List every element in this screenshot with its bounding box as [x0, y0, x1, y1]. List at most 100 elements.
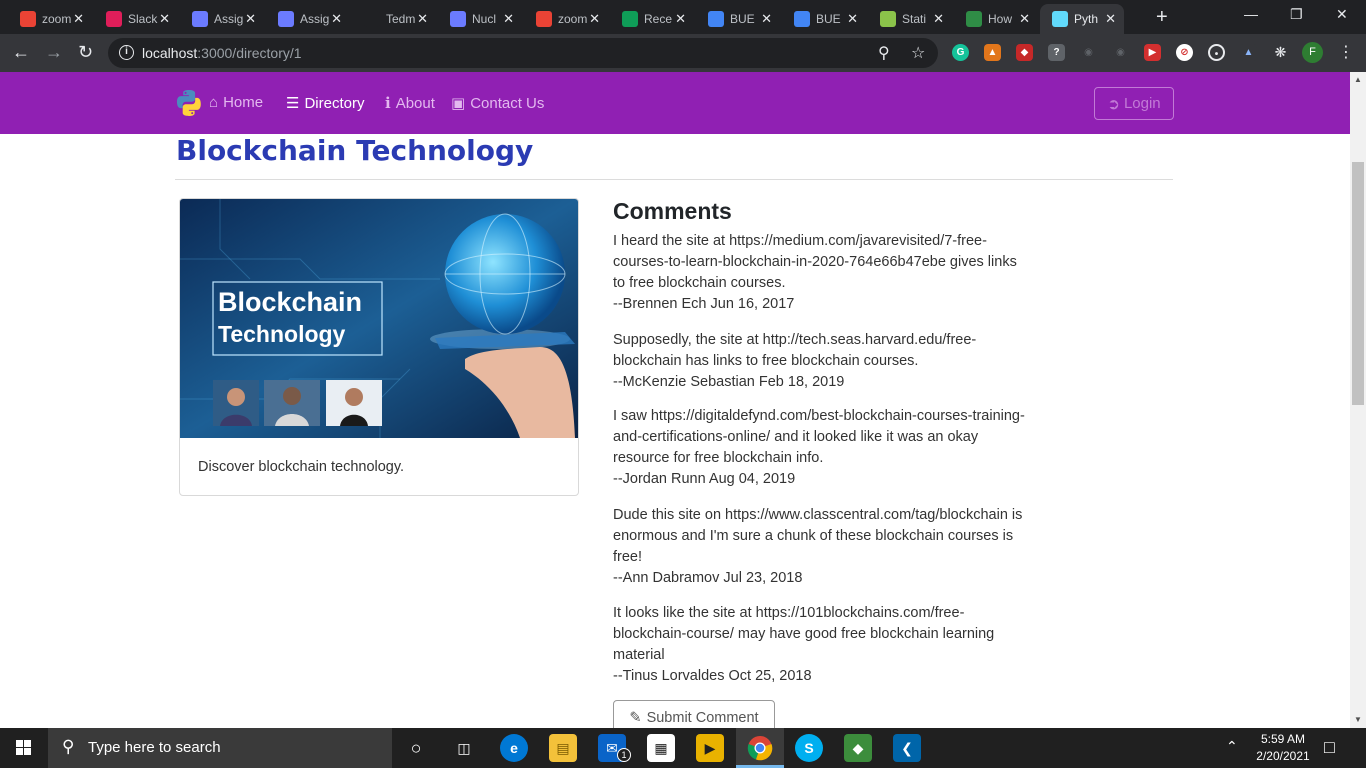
tab-title: Assign [214, 12, 244, 26]
submit-comment-button[interactable]: ✎ Submit Comment [613, 700, 775, 728]
close-tab-icon[interactable]: ✕ [933, 11, 944, 27]
minimize-button[interactable]: — [1244, 6, 1258, 22]
browser-tab[interactable]: Nucl ✕ [438, 4, 522, 34]
bookmark-star-icon[interactable]: ☆ [911, 43, 925, 63]
address-bar[interactable]: i localhost:3000/directory/1 ⚲ ☆ [108, 38, 938, 68]
tab-title: Slack [128, 12, 158, 26]
comment-item: Supposedly, the site at http://tech.seas… [613, 330, 1025, 393]
page-scrollbar[interactable]: ▲ ▼ [1350, 72, 1366, 728]
close-tab-icon[interactable]: ✕ [589, 11, 600, 27]
edge-icon[interactable]: e [500, 734, 528, 762]
extensions-puzzle-icon[interactable]: ❋ [1272, 44, 1289, 61]
tab-title: Assign [300, 12, 330, 26]
home-icon: ⌂ [209, 94, 219, 111]
extension-icon[interactable]: ⊘ [1176, 44, 1193, 61]
nav-contact-link[interactable]: ▣ Contact Us [451, 94, 544, 113]
browser-tab[interactable]: Rece ✕ [610, 4, 694, 34]
clock-time[interactable]: 5:59 AM [1259, 732, 1307, 746]
close-tab-icon[interactable]: ✕ [159, 11, 170, 27]
browser-tab[interactable]: Stati ✕ [868, 4, 952, 34]
browser-tab[interactable]: Assign✕ [266, 4, 350, 34]
comment-byline: --Ann Dabramov Jul 23, 2018 [613, 570, 803, 586]
video-extension-icon[interactable]: ▶ [1144, 44, 1161, 61]
url-path: :3000/directory/1 [197, 45, 302, 61]
nav-home-label: Home [223, 94, 264, 111]
file-explorer-icon[interactable]: ▤ [549, 734, 577, 762]
sign-in-icon: ➲ [1107, 95, 1120, 113]
reload-icon[interactable]: ↻ [78, 42, 93, 63]
close-tab-icon[interactable]: ✕ [1019, 11, 1030, 27]
extension-icon[interactable]: • [1208, 44, 1225, 61]
close-tab-icon[interactable]: ✕ [503, 11, 514, 27]
browser-tab[interactable]: BUE ✕ [696, 4, 780, 34]
browser-tab[interactable]: How ✕ [954, 4, 1038, 34]
new-tab-button[interactable]: + [1156, 6, 1168, 29]
scroll-down-arrow-icon[interactable]: ▼ [1354, 715, 1362, 724]
unknown-extension-icon[interactable]: ? [1048, 44, 1065, 61]
vscode-icon[interactable]: ❮ [893, 734, 921, 762]
chrome-icon[interactable] [746, 734, 774, 762]
forward-icon[interactable]: → [45, 42, 63, 63]
google-drive-icon [622, 11, 638, 27]
close-tab-icon[interactable]: ✕ [675, 11, 686, 27]
login-button[interactable]: ➲ Login [1094, 87, 1174, 120]
info-icon: i [385, 94, 391, 112]
browser-tab[interactable]: zoom ✕ [8, 4, 92, 34]
presenter-photos [213, 380, 382, 426]
grammarly-extension-icon[interactable]: G [952, 44, 969, 61]
profile-avatar[interactable]: F [1302, 42, 1323, 63]
metamask-extension-icon[interactable]: ▲ [984, 44, 1001, 61]
browser-tab[interactable]: Assign✕ [180, 4, 264, 34]
nav-directory-link[interactable]: ☰ Directory [286, 94, 364, 113]
nav-about-link[interactable]: i About [385, 94, 435, 112]
browser-tab[interactable]: BUE ✕ [782, 4, 866, 34]
comment-text: It looks like the site at https://101blo… [613, 605, 995, 663]
browser-tab[interactable]: Pyth ✕ [1040, 4, 1124, 34]
react-icon [1052, 11, 1068, 27]
close-tab-icon[interactable]: ✕ [417, 11, 428, 27]
task-view-icon[interactable]: ◫ [450, 734, 478, 762]
clock-date[interactable]: 2/20/2021 [1252, 749, 1314, 763]
media-app-icon[interactable]: ▶ [696, 734, 724, 762]
close-window-button[interactable]: ✕ [1336, 6, 1348, 23]
skype-icon[interactable]: S [795, 734, 823, 762]
browser-tab[interactable]: Slack ✕ [94, 4, 178, 34]
comment-item: I heard the site at https://medium.com/j… [613, 231, 1025, 315]
cortana-icon[interactable]: ○ [402, 734, 430, 762]
browser-tab-strip: zoom✕Slack✕Assign✕Assign✕Tedm✕Nucl✕zoom✕… [0, 0, 1366, 34]
close-tab-icon[interactable]: ✕ [847, 11, 858, 27]
tab-title: Pyth [1074, 12, 1099, 26]
notification-icon[interactable]: □ [1324, 737, 1335, 758]
taskbar-search-box[interactable]: ⚲ Type here to search [48, 728, 392, 768]
comment-text: Dude this site on https://www.classcentr… [613, 507, 1023, 565]
close-tab-icon[interactable]: ✕ [1105, 11, 1116, 27]
close-tab-icon[interactable]: ✕ [761, 11, 772, 27]
close-tab-icon[interactable]: ✕ [331, 11, 342, 27]
zoom-search-icon[interactable]: ⚲ [878, 43, 890, 63]
git-icon[interactable]: ◆ [844, 734, 872, 762]
browser-menu-icon[interactable]: ⋮ [1338, 42, 1354, 62]
tray-overflow-icon[interactable]: ⌃ [1226, 738, 1238, 755]
back-icon[interactable]: ← [12, 42, 30, 63]
extension-icon[interactable]: ◉ [1080, 44, 1097, 61]
store-icon[interactable]: ▦ [647, 734, 675, 762]
browser-tab[interactable]: zoom ✕ [524, 4, 608, 34]
extension-icon[interactable]: ◉ [1112, 44, 1129, 61]
google-docs-icon [708, 11, 724, 27]
comment-byline: --Brennen Ech Jun 16, 2017 [613, 296, 795, 312]
scroll-up-arrow-icon[interactable]: ▲ [1354, 75, 1362, 84]
url-text[interactable]: localhost:3000/directory/1 [142, 45, 302, 61]
restore-button[interactable]: ❐ [1290, 6, 1303, 23]
extension-icon[interactable]: ▲ [1240, 44, 1257, 61]
scrollbar-thumb[interactable] [1352, 162, 1364, 405]
close-tab-icon[interactable]: ✕ [73, 11, 84, 27]
directory-card: Blockchain Technology Discover blockchai… [179, 198, 579, 496]
gmail-icon [20, 11, 36, 27]
windows-start-icon[interactable] [0, 728, 48, 768]
extension-icon[interactable]: ◆ [1016, 44, 1033, 61]
close-tab-icon[interactable]: ✕ [245, 11, 256, 27]
site-info-icon[interactable]: i [119, 45, 134, 60]
browser-tab[interactable]: Tedm ✕ [352, 4, 436, 34]
python-logo-icon[interactable] [175, 89, 203, 117]
nav-home-link[interactable]: ⌂ Home [209, 94, 263, 111]
